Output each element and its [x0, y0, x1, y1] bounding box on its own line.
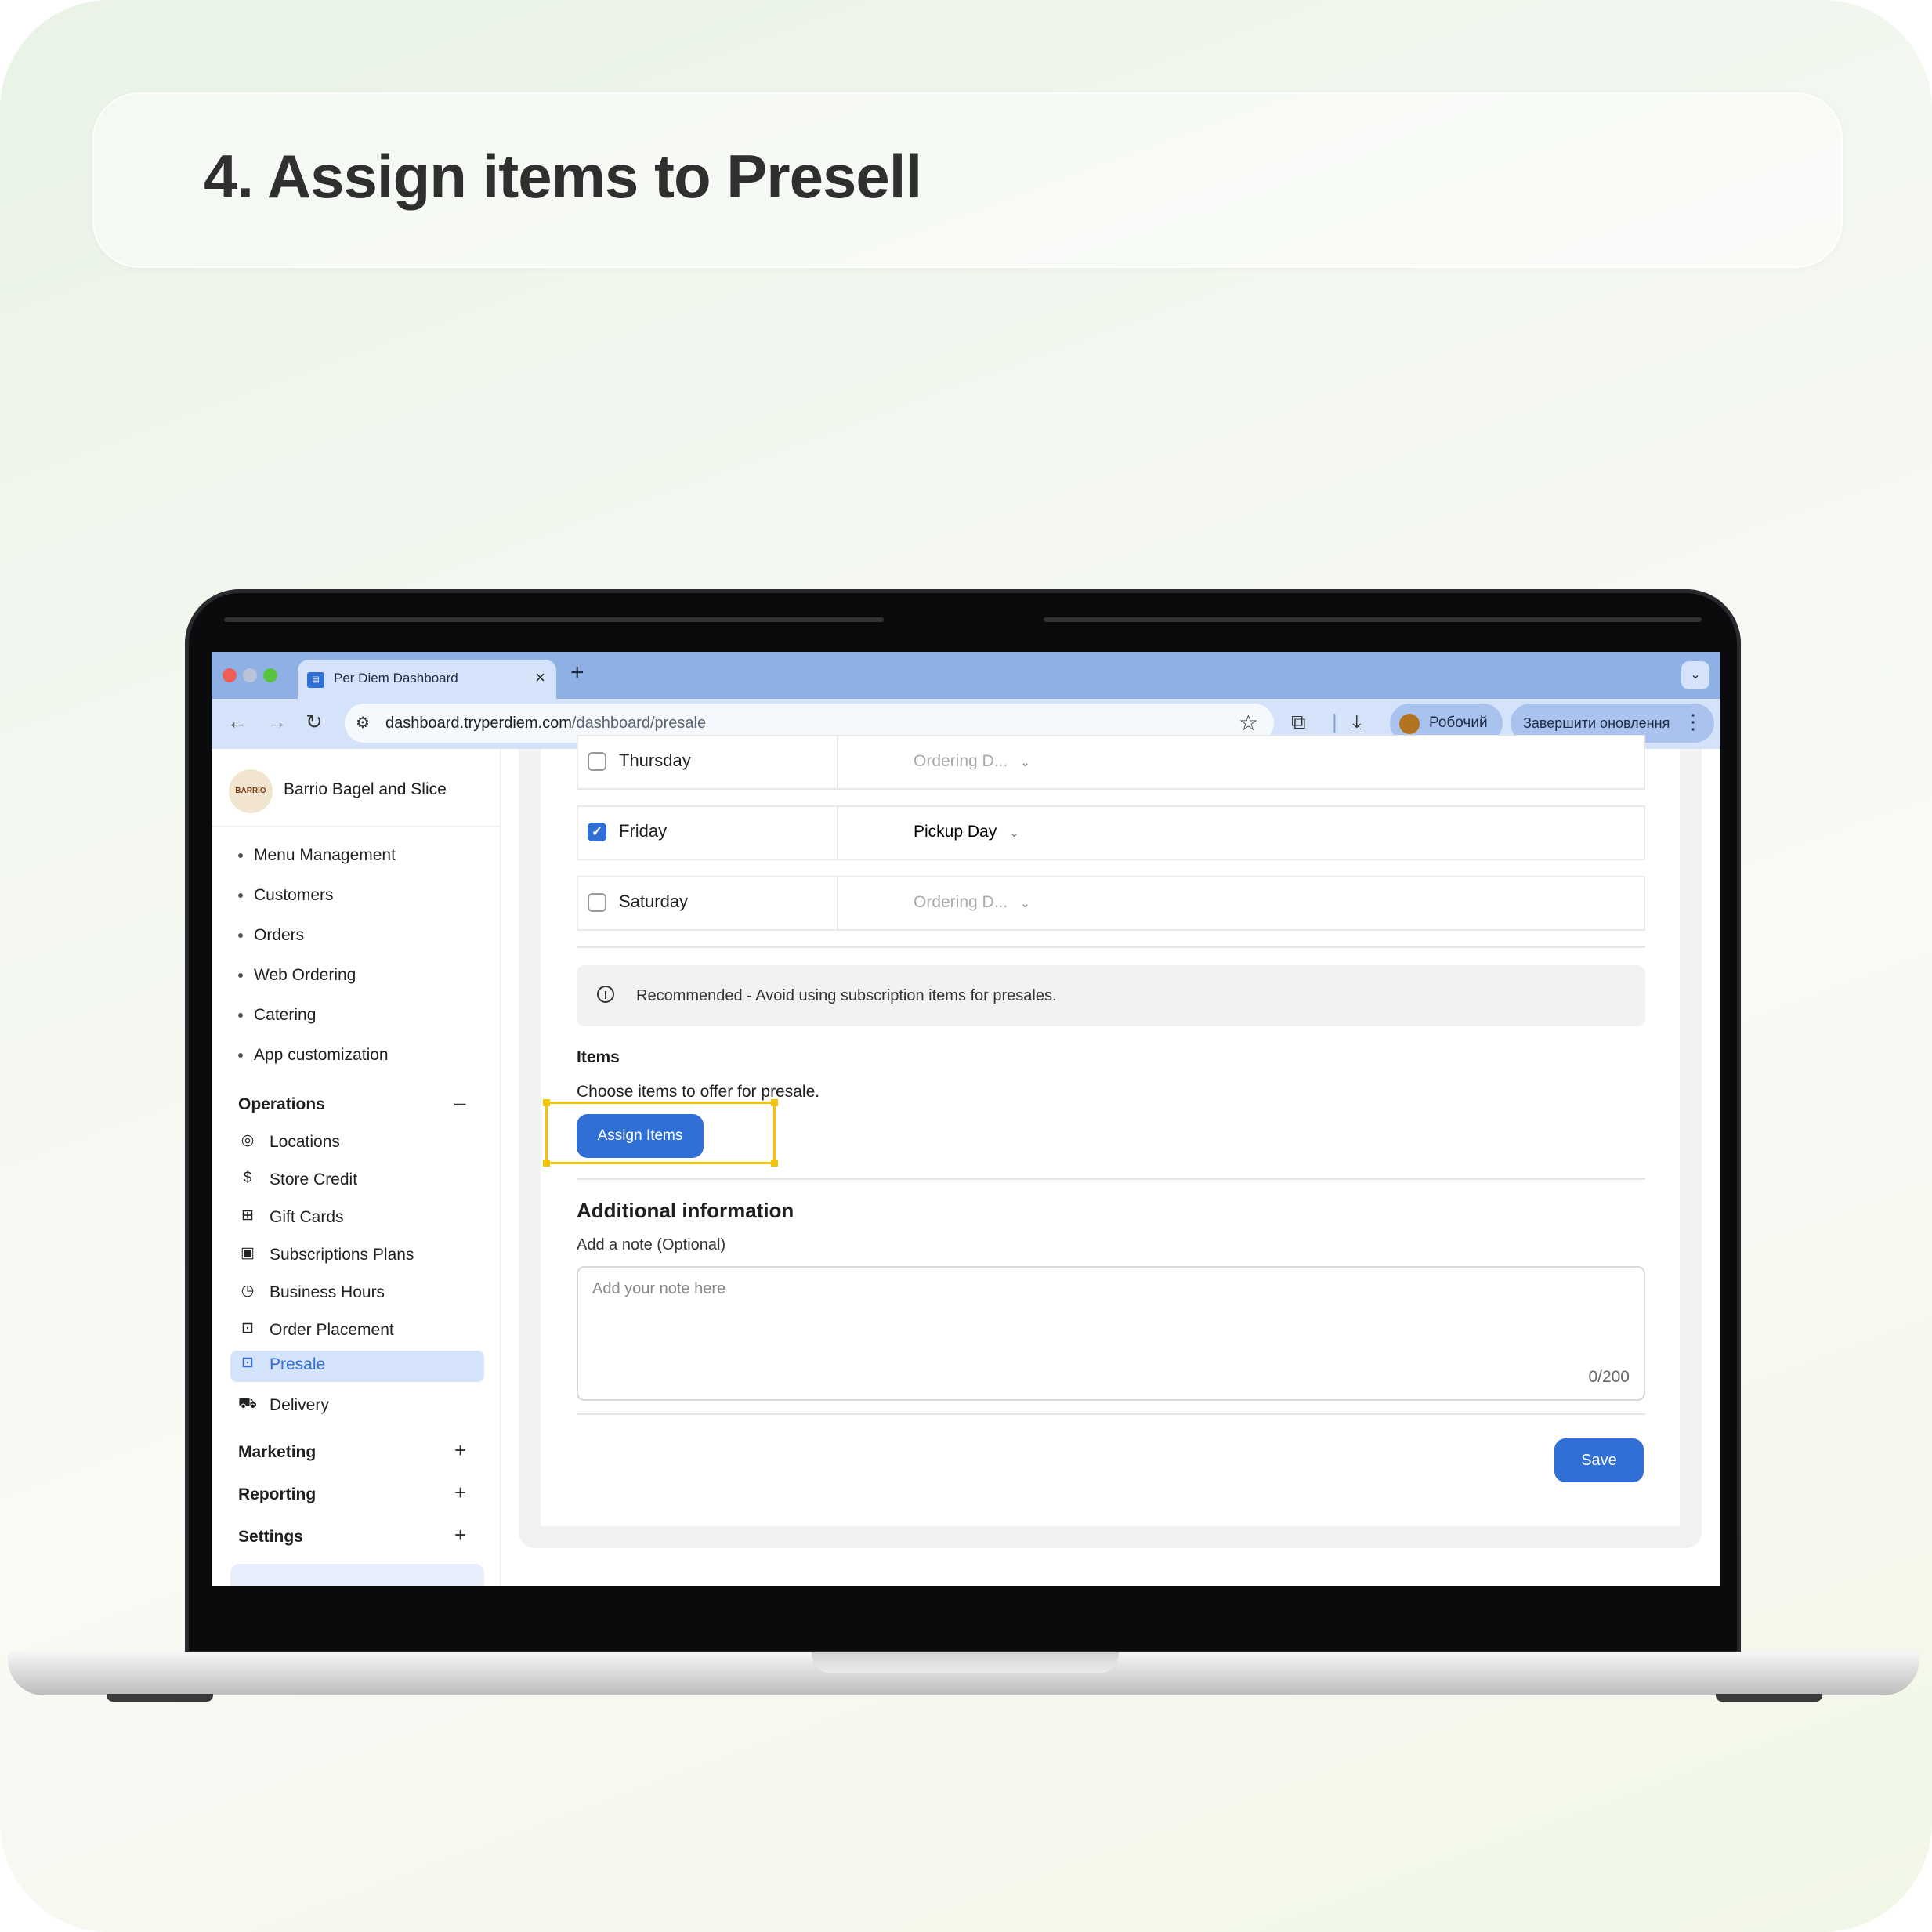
brand-name[interactable]: Barrio Bagel and Slice [284, 780, 447, 799]
profile-avatar [1399, 714, 1420, 734]
bookmark-star-icon[interactable]: ☆ [1239, 710, 1258, 736]
thursday-mode-select[interactable]: Ordering D... ⌄ [914, 752, 1030, 771]
reload-icon[interactable]: ↻ [306, 710, 323, 734]
sidebar-item-gift-cards[interactable]: ⊞ Gift Cards [238, 1203, 470, 1235]
divider [212, 826, 500, 827]
update-label: Завершити оновлення [1523, 715, 1670, 731]
sidebar-item-app-customization[interactable]: App customization [238, 1046, 389, 1065]
sidebar-item-locations[interactable]: ◎ Locations [238, 1128, 470, 1160]
save-button[interactable]: Save [1554, 1438, 1644, 1482]
sidebar-item-web-ordering[interactable]: Web Ordering [238, 966, 356, 985]
chevron-down-icon: ⌄ [1020, 756, 1030, 769]
saturday-checkbox[interactable] [588, 893, 606, 912]
assign-items-button[interactable]: Assign Items [577, 1114, 704, 1158]
sidebar-item-business-hours[interactable]: ◷ Business Hours [238, 1279, 470, 1310]
items-heading: Items [577, 1048, 620, 1066]
extensions-icon[interactable]: ⧉ [1291, 710, 1306, 735]
sidebar-item-order-placement[interactable]: ⊡ Order Placement [238, 1316, 470, 1348]
sidebar-item-delivery[interactable]: ⛟ Delivery [238, 1391, 470, 1423]
day-label: Thursday [619, 751, 691, 770]
expand-settings-icon[interactable]: + [454, 1523, 466, 1547]
chevron-down-icon: ⌄ [1009, 827, 1019, 840]
notice-text: Recommended - Avoid using subscription i… [636, 987, 1057, 1004]
day-row-saturday: Saturday Ordering D... ⌄ [577, 876, 1645, 931]
section-marketing[interactable]: Marketing [238, 1443, 316, 1462]
laptop-screen: ▤ Per Diem Dashboard × + ⌄ ← → ↻ ⚙ dashb… [212, 652, 1720, 1586]
window-minimize-dot[interactable] [243, 668, 257, 682]
account-switcher-card[interactable] [230, 1564, 484, 1586]
section-settings[interactable]: Settings [238, 1528, 303, 1547]
subscription-icon: ▣ [241, 1245, 255, 1261]
char-counter: 0/200 [1588, 1368, 1630, 1386]
page-title: 4. Assign items to Presell [204, 142, 922, 211]
back-arrow-icon[interactable]: ← [227, 710, 248, 734]
lid-bezel-left [224, 617, 884, 622]
brand-logo: BARRIO [229, 769, 273, 813]
saturday-mode-select[interactable]: Ordering D... ⌄ [914, 893, 1030, 912]
profile-label: Робочий [1429, 715, 1488, 731]
note-label: Add a note (Optional) [577, 1236, 726, 1254]
toolbar-divider: | [1332, 710, 1337, 733]
forward-arrow-icon[interactable]: → [266, 710, 287, 734]
sidebar-item-store-credit[interactable]: $ Store Credit [238, 1166, 470, 1197]
note-placeholder: Add your note here [592, 1280, 726, 1297]
browser-tab[interactable]: ▤ Per Diem Dashboard × [298, 660, 556, 699]
sidebar-item-orders[interactable]: Orders [238, 926, 304, 945]
gift-icon: ⊞ [241, 1207, 254, 1224]
expand-reporting-icon[interactable]: + [454, 1481, 466, 1505]
presale-bag-icon: ⊡ [241, 1355, 254, 1371]
laptop-opening-notch [812, 1652, 1119, 1673]
more-menu-icon[interactable]: ⋮ [1683, 710, 1703, 734]
browser-tab-bar: ▤ Per Diem Dashboard × + ⌄ [212, 652, 1720, 699]
url-text: dashboard.tryperdiem.com/dashboard/presa… [385, 715, 707, 732]
background-canvas: 4. Assign items to Presell ▤ Per Diem Da… [0, 0, 1932, 1932]
sidebar-item-menu-management[interactable]: Menu Management [238, 846, 396, 865]
site-settings-icon[interactable]: ⚙ [356, 713, 370, 733]
laptop-foot-right [1716, 1694, 1822, 1702]
laptop-foot-left [107, 1694, 213, 1702]
tab-title: Per Diem Dashboard [334, 671, 458, 686]
tab-close-icon[interactable]: × [535, 668, 545, 688]
window-maximize-dot[interactable] [263, 668, 277, 682]
section-reporting[interactable]: Reporting [238, 1485, 316, 1504]
collapse-operations-icon[interactable]: – [454, 1091, 465, 1115]
divider [577, 946, 1645, 948]
tab-search-chevron-icon[interactable]: ⌄ [1681, 661, 1709, 689]
expand-marketing-icon[interactable]: + [454, 1438, 466, 1463]
items-description: Choose items to offer for presale. [577, 1083, 820, 1101]
thursday-checkbox[interactable] [588, 752, 606, 771]
section-operations[interactable]: Operations [238, 1095, 325, 1114]
info-icon: ! [597, 986, 614, 1003]
friday-checkbox[interactable]: ✓ [588, 823, 606, 841]
sidebar-item-catering[interactable]: Catering [238, 1006, 316, 1025]
sidebar-item-presale[interactable]: ⊡ Presale [230, 1351, 484, 1382]
delivery-truck-icon: ⛟ [238, 1395, 257, 1412]
favicon-icon: ▤ [307, 672, 324, 688]
clock-icon: ◷ [241, 1283, 255, 1299]
location-pin-icon: ◎ [241, 1132, 255, 1149]
chevron-down-icon: ⌄ [1020, 897, 1030, 910]
title-card: 4. Assign items to Presell [92, 92, 1843, 268]
recommendation-notice: ! Recommended - Avoid using subscription… [577, 965, 1645, 1026]
sidebar-item-subscriptions-plans[interactable]: ▣ Subscriptions Plans [238, 1241, 470, 1272]
additional-info-heading: Additional information [577, 1199, 794, 1222]
divider [577, 1413, 1645, 1415]
divider [577, 1178, 1645, 1180]
sidebar-item-customers[interactable]: Customers [238, 886, 334, 905]
store-credit-icon: $ [243, 1170, 252, 1186]
note-textarea[interactable]: Add your note here 0/200 [577, 1266, 1645, 1401]
lid-bezel-right [1044, 617, 1702, 622]
day-label: Friday [619, 821, 668, 841]
order-bag-icon: ⊡ [241, 1320, 254, 1337]
friday-mode-select[interactable]: Pickup Day ⌄ [914, 823, 1019, 841]
new-tab-button[interactable]: + [570, 660, 584, 686]
sidebar: BARRIO Barrio Bagel and Slice Menu Manag… [212, 749, 501, 1586]
day-row-thursday: Thursday Ordering D... ⌄ [577, 735, 1645, 790]
download-icon[interactable]: ⤓ [1352, 710, 1362, 735]
day-label: Saturday [619, 892, 689, 911]
day-row-friday: ✓ Friday Pickup Day ⌄ [577, 805, 1645, 860]
window-close-dot[interactable] [223, 668, 237, 682]
